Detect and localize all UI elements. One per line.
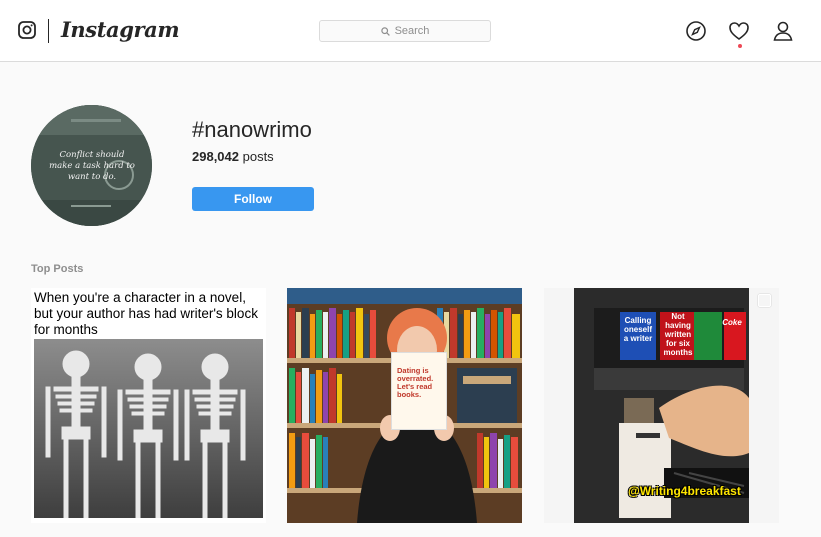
logo-divider [48,19,49,43]
page-title: #nanowrimo [192,117,312,142]
post-count-suffix: posts [239,149,274,164]
top-posts-label: Top Posts [31,263,84,275]
post-tile[interactable]: Dating is overrated. Let's read books. [287,288,522,523]
soda-label-not-written: Not having written for six months [663,312,693,357]
post-sign-text: Dating is overrated. Let's read books. [391,352,447,430]
skeletons-image [34,339,263,518]
search-input[interactable]: Search [319,20,491,42]
explore-compass-icon[interactable] [685,20,707,42]
post-tile[interactable]: Calling oneself a writer Not having writ… [544,288,779,523]
profile-person-icon[interactable] [772,20,794,42]
post-caption: When you're a character in a novel, but … [34,290,258,337]
search-placeholder: Search [394,25,430,37]
avatar-quote: Conflict should make a task hard to want… [49,150,135,182]
activity-heart-icon[interactable] [728,20,750,42]
soda-label-coke: Coke [722,318,742,327]
post-count: 298,042 posts [192,149,274,164]
carousel-icon [758,294,771,307]
post-tile[interactable]: When you're a character in a novel, but … [31,288,266,523]
follow-button[interactable]: Follow [192,187,314,211]
hashtag-avatar: Conflict should make a task hard to want… [31,105,152,226]
post-watermark: @Writing4breakfast [628,484,741,498]
soda-label-calling: Calling oneself a writer [623,316,653,343]
top-nav: Instagram Search [0,0,821,62]
notification-dot [738,44,742,48]
post-count-value: 298,042 [192,149,239,164]
instagram-glyph-icon[interactable] [18,21,36,39]
search-icon [380,26,390,36]
instagram-wordmark[interactable]: Instagram [61,17,180,42]
